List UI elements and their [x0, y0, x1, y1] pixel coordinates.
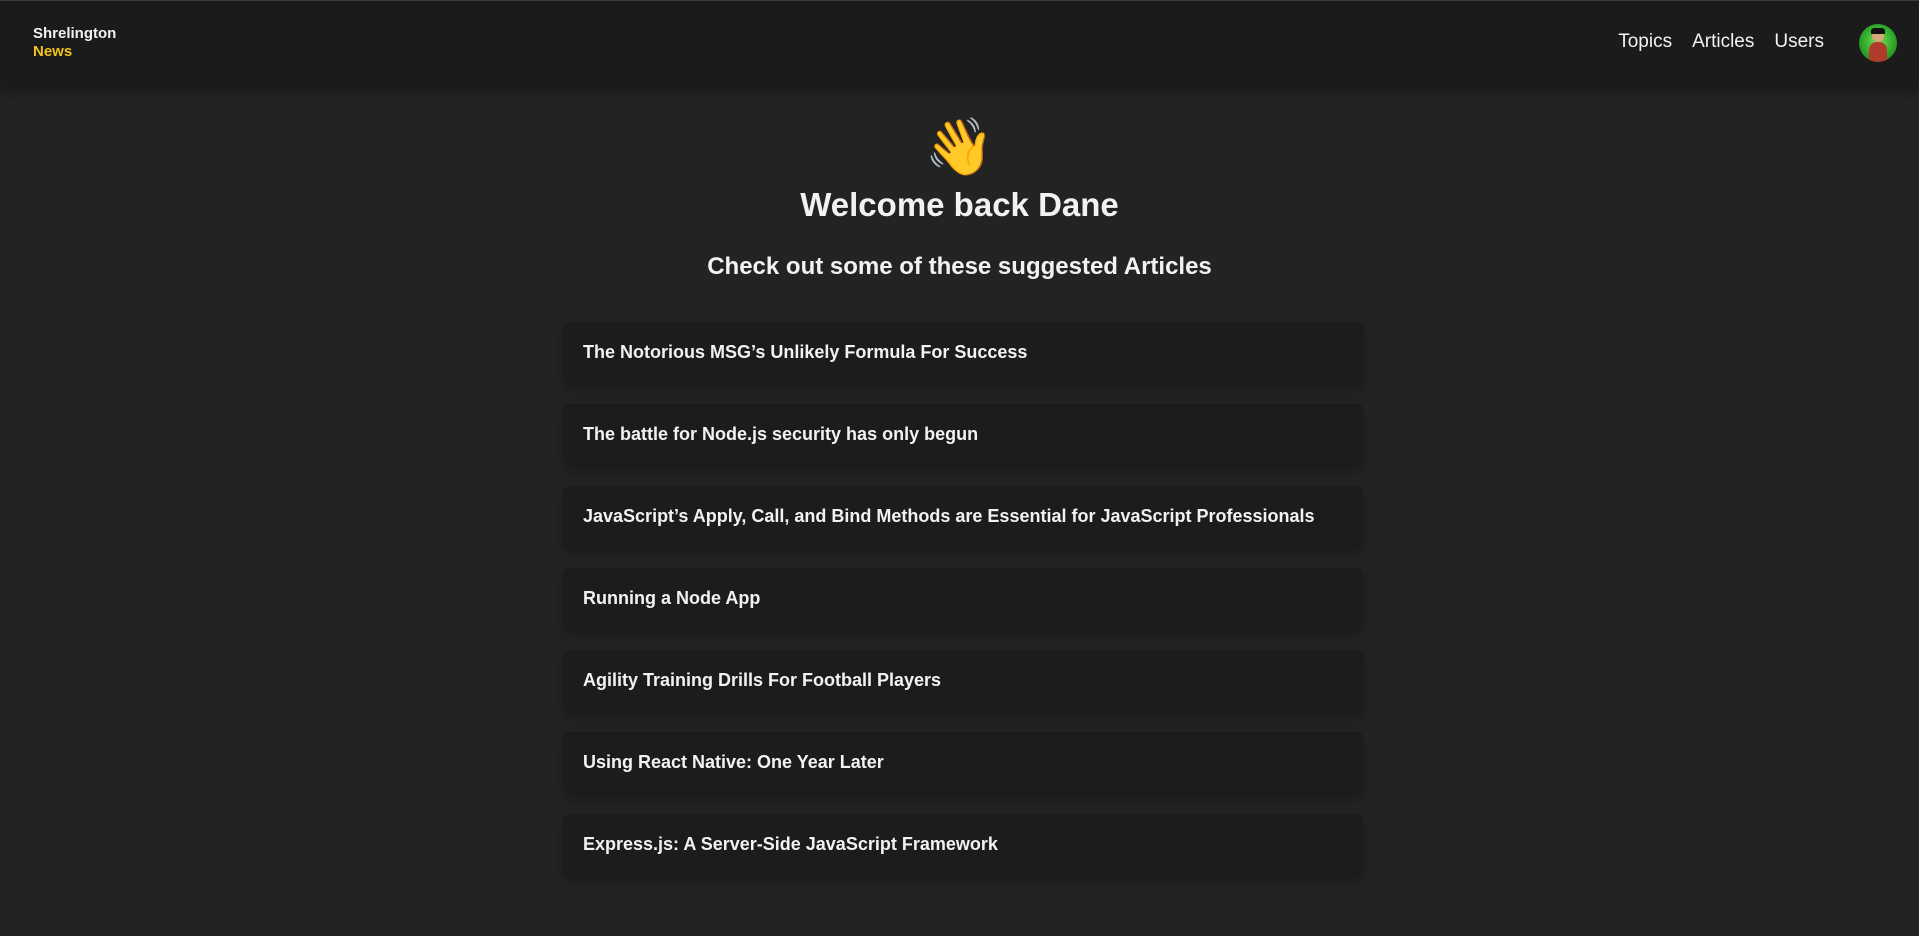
user-avatar[interactable]	[1859, 24, 1897, 62]
nav-users[interactable]: Users	[1774, 31, 1824, 53]
article-card[interactable]: Express.js: A Server-Side JavaScript Fra…	[563, 814, 1363, 875]
site-logo[interactable]: Shrelington News	[33, 25, 116, 61]
welcome-heading: Welcome back Dane	[800, 186, 1119, 223]
nav-topics[interactable]: Topics	[1618, 31, 1672, 53]
article-card[interactable]: Using React Native: One Year Later	[563, 732, 1363, 793]
article-card[interactable]: Agility Training Drills For Football Pla…	[563, 650, 1363, 711]
avatar-body	[1869, 42, 1887, 62]
brand-subname: News	[33, 43, 73, 60]
article-card[interactable]: Running a Node App	[563, 568, 1363, 629]
avatar-hat	[1871, 28, 1885, 34]
suggested-articles-list: The Notorious MSG’s Unlikely Formula For…	[563, 322, 1363, 896]
waving-hand-icon: 👋	[924, 115, 995, 178]
article-card[interactable]: The Notorious MSG’s Unlikely Formula For…	[563, 322, 1363, 383]
brand-name: Shrelington	[33, 25, 117, 42]
article-card[interactable]: JavaScript’s Apply, Call, and Bind Metho…	[563, 486, 1363, 547]
article-card[interactable]: The battle for Node.js security has only…	[563, 404, 1363, 465]
nav-articles[interactable]: Articles	[1692, 31, 1754, 53]
suggested-articles-heading: Check out some of these suggested Articl…	[707, 253, 1212, 280]
site-header: Shrelington News Topics Articles Users	[0, 0, 1919, 85]
main-nav: Topics Articles Users	[1618, 31, 1824, 53]
